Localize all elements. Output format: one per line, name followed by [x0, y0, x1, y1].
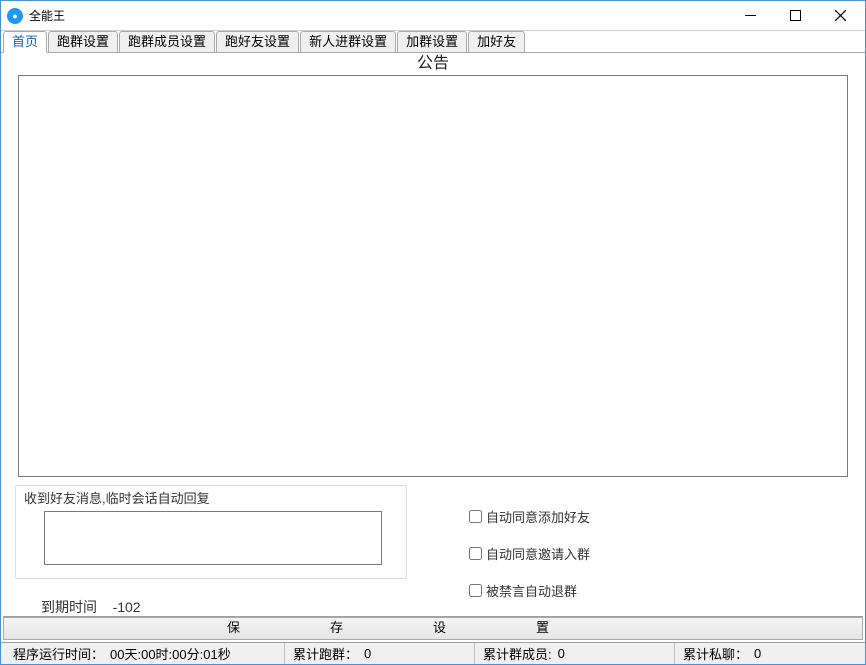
check-auto-accept-group-invite[interactable]: 自动同意邀请入群: [469, 544, 590, 563]
checkbox-auto-leave-when-muted[interactable]: [469, 584, 482, 597]
statusbar: 程序运行时间： 00天:00时:00分:01秒 累计跑群： 0 累计群成员: 0…: [1, 642, 865, 664]
tab-newcomer-group-settings[interactable]: 新人进群设置: [300, 31, 396, 53]
status-group-members-label: 累计群成员:: [483, 644, 552, 663]
app-icon: ●: [7, 8, 23, 24]
page-home: 公告 收到好友消息,临时会话自动回复 到期时间 -102 自动同意添加好友 自动…: [1, 52, 865, 616]
expire-line: 到期时间 -102: [41, 597, 407, 616]
titlebar: ● 全能王: [1, 1, 865, 31]
status-private-chat: 累计私聊： 0: [675, 643, 861, 664]
tab-home[interactable]: 首页: [3, 31, 47, 53]
autoreply-input[interactable]: [44, 511, 382, 565]
close-button[interactable]: [818, 2, 863, 30]
save-settings-button[interactable]: 保存设置: [3, 617, 863, 640]
status-runtime-label: 程序运行时间：: [13, 644, 104, 663]
autoreply-group: 收到好友消息,临时会话自动回复: [15, 485, 407, 579]
tabstrip: 首页 跑群设置 跑群成员设置 跑好友设置 新人进群设置 加群设置 加好友: [1, 31, 865, 53]
tab-run-friend-settings[interactable]: 跑好友设置: [216, 31, 299, 53]
check-auto-accept-friend[interactable]: 自动同意添加好友: [469, 507, 590, 526]
tab-run-group-settings[interactable]: 跑群设置: [48, 31, 118, 53]
status-runtime-value: 00天:00时:00分:01秒: [110, 644, 231, 663]
check-auto-leave-when-muted-label: 被禁言自动退群: [486, 581, 577, 600]
status-run-group-label: 累计跑群：: [293, 644, 358, 663]
tab-run-group-member-settings[interactable]: 跑群成员设置: [119, 31, 215, 53]
status-private-chat-value: 0: [754, 646, 761, 661]
status-runtime: 程序运行时间： 00天:00时:00分:01秒: [5, 643, 285, 664]
checkbox-auto-accept-group-invite[interactable]: [469, 547, 482, 560]
save-settings-row: 保存设置: [3, 616, 863, 640]
checkbox-auto-accept-friend[interactable]: [469, 510, 482, 523]
minimize-button[interactable]: [728, 2, 773, 30]
window-title: 全能王: [29, 7, 65, 24]
checks-group: 自动同意添加好友 自动同意邀请入群 被禁言自动退群: [447, 485, 590, 616]
autoreply-label: 收到好友消息,临时会话自动回复: [24, 488, 398, 507]
check-auto-leave-when-muted[interactable]: 被禁言自动退群: [469, 581, 590, 600]
expire-value: -102: [113, 599, 141, 615]
announcement-title: 公告: [11, 55, 855, 73]
tab-add-friend[interactable]: 加好友: [468, 31, 525, 53]
status-group-members: 累计群成员: 0: [475, 643, 675, 664]
expire-label: 到期时间: [41, 599, 97, 615]
check-auto-accept-friend-label: 自动同意添加好友: [486, 507, 590, 526]
check-auto-accept-group-invite-label: 自动同意邀请入群: [486, 544, 590, 563]
status-run-group-value: 0: [364, 646, 371, 661]
tab-add-group-settings[interactable]: 加群设置: [397, 31, 467, 53]
status-private-chat-label: 累计私聊：: [683, 644, 748, 663]
maximize-button[interactable]: [773, 2, 818, 30]
status-group-members-value: 0: [558, 646, 565, 661]
announcement-box: [18, 75, 848, 477]
status-run-group: 累计跑群： 0: [285, 643, 475, 664]
